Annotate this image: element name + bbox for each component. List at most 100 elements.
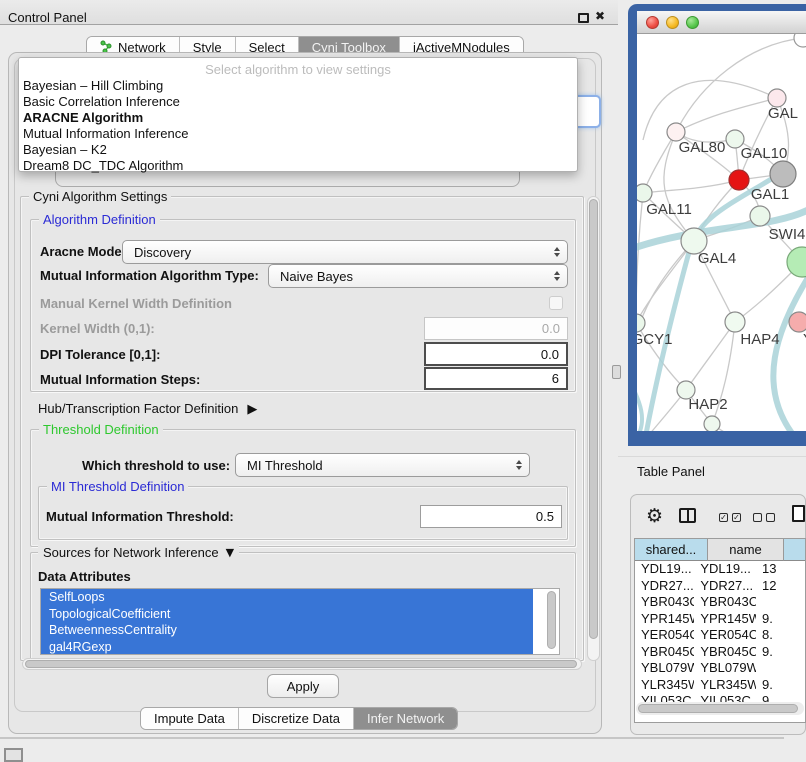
network-node[interactable] xyxy=(725,312,745,332)
scrollbar-thumb[interactable] xyxy=(638,704,798,713)
sources-title: Sources for Network Inference xyxy=(43,545,219,560)
mi-type-combo[interactable]: Naive Bayes xyxy=(268,264,568,288)
algorithm-option[interactable]: ARACNE Algorithm xyxy=(19,110,577,126)
table-cell: 9. xyxy=(756,644,805,661)
network-node-label: HAP4 xyxy=(740,331,779,348)
unchecked-checkboxes-icon[interactable] xyxy=(753,513,775,522)
network-node[interactable] xyxy=(770,161,796,187)
hub-definition-label: Hub/Transcription Factor Definition xyxy=(38,400,238,418)
dpi-tolerance-field[interactable]: 0.0 xyxy=(424,342,568,366)
algorithm-option[interactable]: Dream8 DC_TDC Algorithm xyxy=(19,158,577,174)
group-title: Algorithm Definition xyxy=(39,212,160,227)
data-attributes-list[interactable]: SelfLoopsTopologicalCoefficientBetweenne… xyxy=(40,588,560,655)
manual-kernel-checkbox[interactable] xyxy=(549,296,563,310)
control-panel-titlebar: Control Panel ✖ xyxy=(0,0,618,25)
table-cell: YPR145W xyxy=(635,611,694,628)
network-node-label: GCY1 xyxy=(637,331,672,348)
mi-steps-label: Mutual Information Steps: xyxy=(40,371,200,389)
float-icon[interactable] xyxy=(578,13,589,23)
sources-header[interactable]: Sources for Network Inference ▼ xyxy=(38,545,239,560)
network-edge xyxy=(643,132,676,193)
tab-infer-network[interactable]: Infer Network xyxy=(353,708,457,729)
collapse-arrow-icon: ▼ xyxy=(226,546,234,559)
mi-steps-field[interactable]: 6 xyxy=(424,367,568,390)
split-columns-icon[interactable] xyxy=(679,508,696,523)
network-canvas[interactable]: GALGAL80GAL10GAL1GAL11SWI4GAL4GCY1HAP4YH… xyxy=(637,34,806,431)
table-row[interactable]: YLR345WYLR345W9. xyxy=(635,677,805,694)
table-row[interactable]: YBR043CYBR043C xyxy=(635,594,805,611)
network-window-titlebar[interactable] xyxy=(637,11,806,34)
scrollbar-thumb[interactable] xyxy=(25,660,577,668)
group-title: MI Threshold Definition xyxy=(47,479,188,494)
scrollbar-thumb[interactable] xyxy=(589,199,598,639)
gear-icon[interactable]: ⚙ xyxy=(646,505,663,527)
table-cell xyxy=(756,594,805,611)
algorithm-option[interactable]: Bayesian – Hill Climbing xyxy=(19,78,577,94)
mi-threshold-label: Mutual Information Threshold: xyxy=(46,508,234,526)
network-node[interactable] xyxy=(789,312,806,332)
table-row[interactable]: YBR045CYBR045C9. xyxy=(635,644,805,661)
network-edge-highlighted xyxy=(637,378,642,431)
network-node[interactable] xyxy=(750,206,770,226)
mi-threshold-field[interactable]: 0.5 xyxy=(420,505,562,528)
aracne-mode-combo[interactable]: Discovery xyxy=(122,240,568,264)
zoom-traffic-light-icon[interactable] xyxy=(686,16,699,29)
apply-button[interactable]: Apply xyxy=(267,674,339,698)
network-node[interactable] xyxy=(787,247,806,277)
table-cell: YBR043C xyxy=(694,594,756,611)
table-cell: 9. xyxy=(756,611,805,628)
network-node-label: GAL10 xyxy=(741,145,788,162)
network-node[interactable] xyxy=(704,416,720,431)
network-node-label: GAL xyxy=(768,105,798,122)
close-traffic-light-icon[interactable] xyxy=(646,16,659,29)
list-scrollbar-thumb[interactable] xyxy=(547,591,556,649)
column-header-name[interactable]: name xyxy=(708,539,784,561)
checked-checkboxes-icon[interactable]: ✓✓ xyxy=(719,513,741,522)
tab-impute-data[interactable]: Impute Data xyxy=(141,708,238,729)
data-attribute-option[interactable]: BetweennessCentrality xyxy=(41,622,533,639)
table-cell xyxy=(756,660,805,677)
kernel-width-field[interactable]: 0.0 xyxy=(424,317,568,340)
settings-horizontal-scrollbar[interactable] xyxy=(22,658,582,670)
table-row[interactable]: YDL19...YDL19...13 xyxy=(635,561,805,578)
column-header-a[interactable]: A xyxy=(784,539,806,561)
docked-panel-icon[interactable] xyxy=(4,748,23,762)
network-node-label: GAL11 xyxy=(646,201,692,218)
network-node[interactable] xyxy=(794,34,806,47)
network-node[interactable] xyxy=(637,184,652,202)
close-icon[interactable]: ✖ xyxy=(595,9,605,23)
data-attribute-option[interactable]: SelfLoops xyxy=(41,589,533,606)
file-icon[interactable] xyxy=(792,505,805,522)
data-attributes-label: Data Attributes xyxy=(38,568,131,586)
data-attribute-option[interactable]: gal4RGexp xyxy=(41,639,533,656)
hub-definition-expander[interactable]: Hub/Transcription Factor Definition ▶ xyxy=(38,400,257,418)
algorithm-option[interactable]: Mutual Information Inference xyxy=(19,126,577,142)
table-cell: 12 xyxy=(756,578,805,595)
table-cell: YBR043C xyxy=(635,594,694,611)
table-horizontal-scrollbar[interactable] xyxy=(636,702,804,715)
expand-arrow-icon: ▶ xyxy=(247,402,257,417)
data-attribute-option[interactable]: TopologicalCoefficient xyxy=(41,606,533,623)
table-row[interactable]: YBL079WYBL079W xyxy=(635,660,805,677)
tab-discretize-data[interactable]: Discretize Data xyxy=(238,708,353,729)
table-cell: YLR345W xyxy=(635,677,694,694)
split-pane-handle[interactable] xyxy=(612,365,621,379)
which-threshold-label: Which threshold to use: xyxy=(82,457,230,475)
network-node[interactable] xyxy=(729,170,749,190)
algorithm-option[interactable]: Bayesian – K2 xyxy=(19,142,577,158)
network-node[interactable] xyxy=(637,314,645,332)
settings-vertical-scrollbar[interactable] xyxy=(587,196,600,661)
algorithm-option[interactable]: Basic Correlation Inference xyxy=(19,94,577,110)
minimize-traffic-light-icon[interactable] xyxy=(666,16,679,29)
spinner-arrows-icon xyxy=(554,247,560,257)
combo-value: Discovery xyxy=(134,245,191,260)
table-cell: YDL19... xyxy=(635,561,694,578)
panel-title: Control Panel xyxy=(8,10,87,25)
which-threshold-combo[interactable]: MI Threshold xyxy=(235,453,530,477)
network-view-window: GALGAL80GAL10GAL1GAL11SWI4GAL4GCY1HAP4YH… xyxy=(637,11,806,431)
network-edge xyxy=(637,193,643,323)
table-row[interactable]: YPR145WYPR145W9. xyxy=(635,611,805,628)
table-row[interactable]: YDR27...YDR27...12 xyxy=(635,578,805,595)
table-row[interactable]: YER054CYER054C8. xyxy=(635,627,805,644)
column-header-shared[interactable]: shared... xyxy=(635,539,708,561)
